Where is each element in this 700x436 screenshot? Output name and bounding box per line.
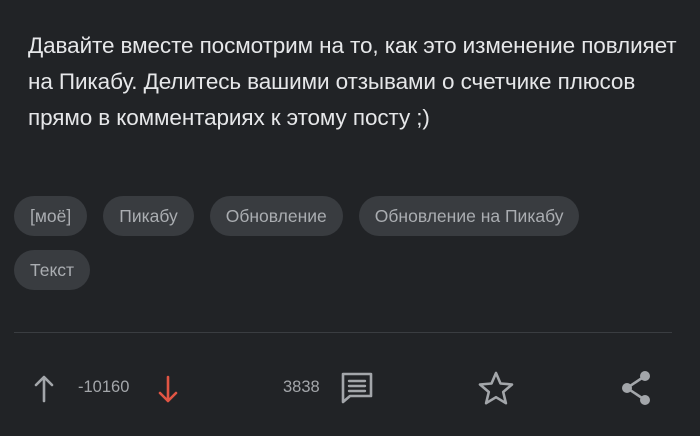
tag-list: [моё] Пикабу Обновление Обновление на Пи… [14,196,684,304]
save-button[interactable] [476,369,516,407]
post-body-text: Давайте вместе посмотрим на то, как это … [28,33,677,130]
tag-update[interactable]: Обновление [209,196,343,236]
arrow-down-icon [158,375,178,403]
arrow-up-icon [34,375,54,403]
share-button[interactable] [616,368,656,408]
share-icon [622,371,650,405]
tag-row: Текст [14,250,684,290]
downvote-button[interactable] [154,374,182,404]
tag-text[interactable]: Текст [14,250,91,290]
tag-row: [моё] Пикабу Обновление Обновление на Пи… [14,196,684,236]
upvote-button[interactable] [30,374,58,404]
tag-moe[interactable]: [моё] [14,196,88,236]
comments-count: 3838 [283,378,320,396]
divider [14,332,672,333]
post-card: Давайте вместе посмотрим на то, как это … [0,0,700,436]
tag-pikabu[interactable]: Пикабу [103,196,194,236]
rating-value: -10160 [78,378,130,396]
comment-icon [341,372,373,404]
tag-pikabu-update[interactable]: Обновление на Пикабу [358,196,580,236]
comments-button[interactable] [338,370,376,406]
post-actions-bar: -10160 3838 [0,364,700,412]
star-icon [478,371,514,405]
